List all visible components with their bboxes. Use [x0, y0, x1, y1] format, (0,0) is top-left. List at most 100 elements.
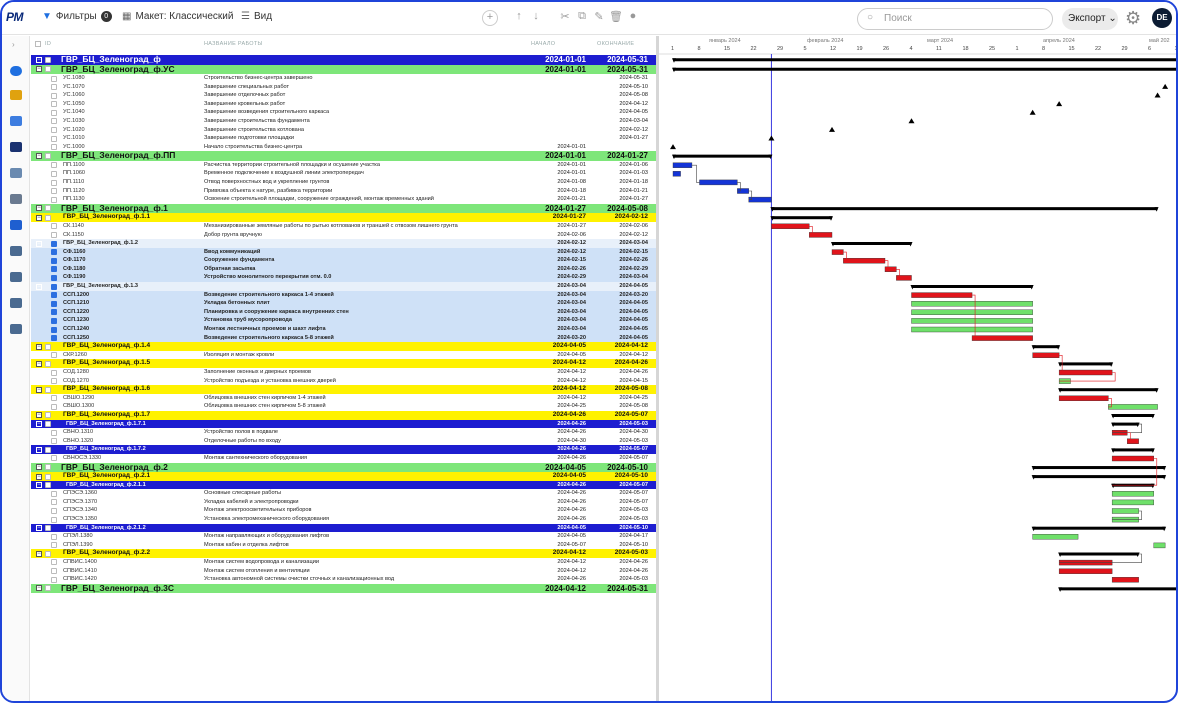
team-icon[interactable] [10, 298, 22, 308]
milestone-marker[interactable] [1056, 101, 1063, 107]
row-checkbox[interactable] [51, 283, 57, 290]
task-row[interactable]: ССП.1220 Планировка и сооружение каркаса … [31, 307, 656, 317]
summary-bar[interactable] [832, 242, 912, 245]
row-checkbox[interactable] [51, 490, 57, 497]
milestone-marker[interactable] [829, 126, 835, 132]
task-bar[interactable] [1058, 568, 1113, 574]
task-row[interactable]: СОД.1280 Заполнение оконных и дверных про… [31, 368, 656, 377]
task-bar[interactable] [1111, 577, 1139, 583]
summary-row[interactable]: − ГВР_БЦ_Зеленоград_ф.1.5 2024-04-12 2024-0… [31, 359, 656, 368]
row-checkbox[interactable] [51, 438, 57, 445]
row-checkbox[interactable] [51, 455, 57, 462]
collapse-toggle-icon[interactable]: − [36, 482, 42, 489]
task-row[interactable]: СПВИС.1400 Монтаж систем водопровода и ка… [31, 558, 656, 567]
collapse-toggle-icon[interactable]: − [36, 283, 42, 290]
row-checkbox[interactable] [51, 135, 57, 142]
cut-icon[interactable]: ✂ [558, 10, 572, 23]
task-bar[interactable] [911, 292, 973, 298]
row-checkbox[interactable] [51, 576, 57, 583]
summary-row[interactable]: − ГВР_БЦ_Зеленоград_ф.2.1.1 2024-04-26 2024… [31, 480, 656, 490]
summary-row[interactable]: − ГВР_БЦ_Зеленоград_ф.2 2024-04-05 2024-05-… [31, 462, 656, 473]
task-bar[interactable] [911, 318, 1033, 324]
row-checkbox[interactable] [51, 499, 57, 506]
task-bar[interactable] [1111, 491, 1154, 497]
filters-button[interactable]: ▼ Фильтры 0 [42, 11, 112, 22]
task-row[interactable]: СК.1140 Механизированные земляные работы … [31, 222, 656, 231]
move-down-icon[interactable]: ↓ [529, 10, 543, 22]
column-header-start[interactable]: НАЧАЛО [531, 41, 555, 47]
row-checkbox[interactable] [51, 223, 57, 230]
row-checkbox[interactable] [45, 473, 51, 480]
summary-row[interactable]: − ГВР_БЦ_Зеленоград_ф.1.7.2 2024-04-26 2024… [31, 445, 656, 454]
row-checkbox[interactable] [51, 300, 57, 307]
task-row[interactable]: УС.1060 Завершение отделочных работ 2024-0… [31, 91, 656, 100]
select-all-checkbox[interactable] [35, 41, 41, 47]
task-row[interactable]: СВНОСЭ.1330 Монтаж сантехнического оборуд… [31, 454, 656, 463]
users-icon[interactable] [10, 220, 22, 230]
task-row[interactable]: СПЭСЭ.1350 Установка электромеханического… [31, 515, 656, 524]
milestone-marker[interactable] [908, 118, 915, 124]
row-checkbox[interactable] [51, 317, 57, 324]
collapse-toggle-icon[interactable]: − [36, 464, 42, 471]
row-checkbox[interactable] [51, 232, 57, 238]
task-bar[interactable] [843, 257, 886, 264]
edit-icon[interactable]: ✎ [592, 10, 606, 23]
collapse-toggle-icon[interactable]: − [36, 152, 42, 159]
task-bar[interactable] [809, 232, 833, 238]
dashboard-icon[interactable] [10, 66, 22, 76]
task-row[interactable]: СФ.1170 Сооружение фундамента 2024-02-15 20… [31, 256, 656, 265]
row-checkbox[interactable] [51, 559, 57, 566]
avatar[interactable]: DE [1152, 8, 1172, 28]
collapse-toggle-icon[interactable]: − [36, 214, 42, 221]
summary-row[interactable]: − ГВР_БЦ_Зеленоград_ф.3С 2024-04-12 2024-05… [31, 583, 656, 594]
dependency-link[interactable] [691, 164, 700, 183]
collapse-toggle-icon[interactable]: − [36, 56, 42, 63]
row-checkbox[interactable] [51, 118, 57, 125]
summary-bar[interactable] [1112, 414, 1154, 417]
task-row[interactable]: СПЭЛ.1380 Монтаж направляющих и оборудова… [31, 532, 656, 541]
task-bar[interactable] [748, 196, 772, 203]
row-checkbox[interactable] [51, 326, 57, 333]
row-checkbox[interactable] [51, 568, 57, 575]
summary-row[interactable]: − ГВР_БЦ_Зеленоград_ф.1.7 2024-04-26 2024-0… [31, 410, 656, 420]
task-row[interactable]: ССП.1210 Укладка бетонных плит 2024-03-04 2… [31, 299, 656, 308]
task-row[interactable]: СВШО.1290 Облицовка внешних стен кирпичом… [31, 394, 656, 403]
task-bar[interactable] [1058, 369, 1113, 376]
task-row[interactable]: ССП.1240 Монтаж лестничных проемов и шахт… [31, 325, 656, 334]
settings-user-icon[interactable] [10, 324, 22, 334]
task-bar[interactable] [831, 249, 844, 255]
task-row[interactable]: СВНО.1310 Устройство полов в подвале 2024-… [31, 428, 656, 437]
expand-sidebar-icon[interactable]: › [12, 40, 15, 49]
collapse-toggle-icon[interactable]: − [36, 205, 42, 212]
task-row[interactable]: ПП.1060 Временное подключение к воздушной… [31, 169, 656, 178]
row-checkbox[interactable] [45, 550, 51, 557]
reports-icon[interactable] [10, 246, 22, 256]
summary-bar[interactable] [1032, 475, 1166, 479]
milestone-marker[interactable] [1162, 83, 1169, 89]
task-row[interactable]: ССП.1250 Возведение строительного каркаса… [31, 333, 656, 343]
task-bar[interactable] [1032, 352, 1060, 358]
row-checkbox[interactable] [51, 162, 57, 169]
summary-row[interactable]: − ГВР_БЦ_Зеленоград_ф.1.1 2024-01-27 2024-0… [31, 213, 656, 222]
task-row[interactable]: ПП.1120 Привязка объекта к натуре, разбив… [31, 187, 656, 196]
gear-icon[interactable]: ⚙ [1125, 8, 1141, 29]
layout-button[interactable]: ▦ Макет: Классический [122, 11, 233, 22]
row-checkbox[interactable] [51, 144, 57, 151]
summary-bar[interactable] [1059, 362, 1113, 366]
row-checkbox[interactable] [51, 352, 57, 359]
row-checkbox[interactable] [51, 369, 57, 376]
task-row[interactable]: СОД.1270 Устройство подъезда и установка … [31, 377, 656, 386]
row-checkbox[interactable] [51, 170, 57, 177]
collapse-toggle-icon[interactable]: − [36, 240, 42, 247]
calendar-icon[interactable] [10, 272, 22, 282]
task-row[interactable]: ПП.1110 Отвод поверхностных вод и укрепле… [31, 178, 656, 187]
row-checkbox[interactable] [51, 266, 57, 273]
summary-row[interactable]: − ГВР_БЦ_Зеленоград_ф.2.1 2024-04-05 2024-0… [31, 472, 656, 481]
summary-bar[interactable] [673, 67, 1178, 71]
milestone-marker[interactable] [768, 135, 775, 141]
row-checkbox[interactable] [45, 214, 51, 221]
row-checkbox[interactable] [51, 429, 57, 436]
summary-bar[interactable] [771, 207, 1158, 211]
summary-row[interactable]: − ГВР_БЦ_Зеленоград_ф.1.3 2024-03-04 2024-0… [31, 282, 656, 291]
task-row[interactable]: УС.1010 Завершение подготовки площадки 202… [31, 134, 656, 143]
